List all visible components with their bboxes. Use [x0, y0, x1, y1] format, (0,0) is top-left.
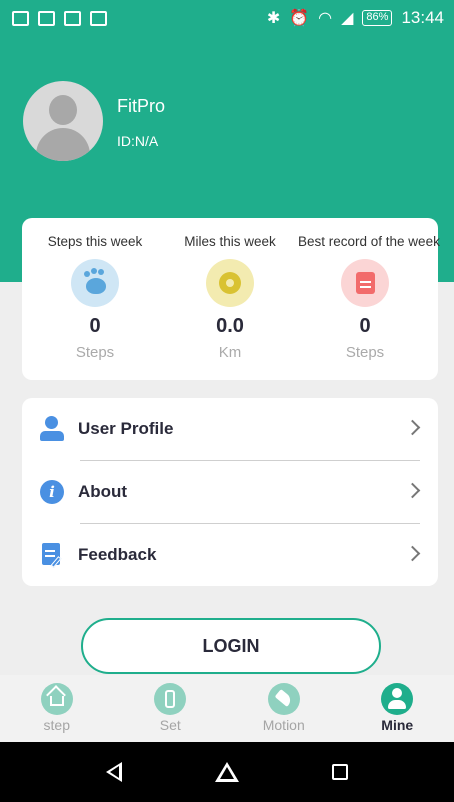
tab-label: step — [43, 717, 70, 733]
app-name: FitPro — [117, 96, 166, 116]
back-icon[interactable] — [106, 762, 123, 782]
user-id: ID:N/A — [117, 133, 159, 149]
wifi-icon: ◠ — [318, 8, 333, 27]
notification-icons — [12, 10, 107, 26]
avatar-head-icon — [49, 95, 77, 125]
stat-unit: Km — [218, 344, 242, 361]
bluetooth-icon: ✱ — [266, 8, 281, 27]
tab-label: Set — [159, 717, 181, 733]
stat-steps-this-week: Steps this week 0 Steps — [28, 218, 162, 380]
feedback-icon — [40, 542, 64, 568]
tab-label: Mine — [381, 717, 414, 733]
app-notification-icon — [90, 10, 107, 26]
stat-title: Miles this week — [184, 234, 276, 249]
battery-indicator: 86% — [362, 10, 393, 26]
stat-miles-this-week: Miles this week 0.0 Km — [163, 218, 297, 380]
gallery-icon — [12, 10, 29, 26]
stat-unit: Steps — [345, 344, 385, 361]
tab-label: Motion — [262, 717, 305, 733]
stat-title: Best record of the week — [298, 234, 440, 249]
menu-card: User Profile i About Feedback — [22, 398, 438, 586]
home-nav-icon[interactable] — [214, 762, 239, 782]
stat-title: Steps this week — [47, 234, 143, 249]
weekly-stats-card: Steps this week 0 Steps Miles this week … — [22, 218, 440, 380]
login-button[interactable]: LOGIN — [81, 618, 381, 674]
menu-item-user-profile[interactable]: User Profile — [22, 398, 438, 460]
signal-icon: ◢ — [341, 8, 354, 27]
menu-item-label: User Profile — [78, 419, 174, 438]
menu-item-label: About — [78, 482, 128, 501]
stat-value: 0 — [359, 315, 371, 337]
tab-set[interactable]: Set — [114, 675, 228, 742]
recent-apps-icon[interactable] — [331, 764, 348, 780]
status-bar: ✱ ⏰ ◠ ◢ 86% 13:44 — [0, 0, 454, 36]
menu-item-about[interactable]: i About — [22, 461, 438, 523]
system-navigation-bar — [0, 742, 454, 802]
chevron-right-icon — [404, 545, 421, 562]
ring-icon — [206, 259, 254, 307]
person-icon — [381, 683, 414, 715]
menu-item-label: Feedback — [78, 545, 157, 564]
mail-icon — [64, 10, 81, 26]
info-icon: i — [40, 480, 64, 504]
stat-value: 0 — [89, 315, 101, 337]
clock: 13:44 — [401, 8, 444, 27]
chevron-right-icon — [404, 419, 421, 436]
bottom-tab-bar: step Set Motion Mine — [0, 675, 454, 742]
avatar-body-icon — [36, 128, 90, 161]
alarm-icon: ⏰ — [289, 8, 310, 27]
tab-mine[interactable]: Mine — [341, 675, 454, 742]
system-icons: ✱ ⏰ ◠ ◢ 86% 13:44 — [267, 8, 444, 28]
document-icon — [341, 259, 389, 307]
tab-motion[interactable]: Motion — [227, 675, 341, 742]
stat-best-record: Best record of the week 0 Steps — [298, 218, 440, 380]
home-icon — [40, 683, 73, 715]
menu-item-feedback[interactable]: Feedback — [22, 524, 438, 586]
chevron-right-icon — [404, 482, 421, 499]
footprint-icon — [71, 259, 119, 307]
avatar[interactable] — [23, 81, 103, 161]
gmail-icon — [38, 10, 55, 26]
stat-value: 0.0 — [216, 315, 244, 337]
user-icon — [40, 416, 64, 442]
watch-icon — [154, 683, 187, 715]
stat-unit: Steps — [75, 344, 115, 361]
tab-step[interactable]: step — [0, 675, 114, 742]
shoe-icon — [267, 683, 300, 715]
